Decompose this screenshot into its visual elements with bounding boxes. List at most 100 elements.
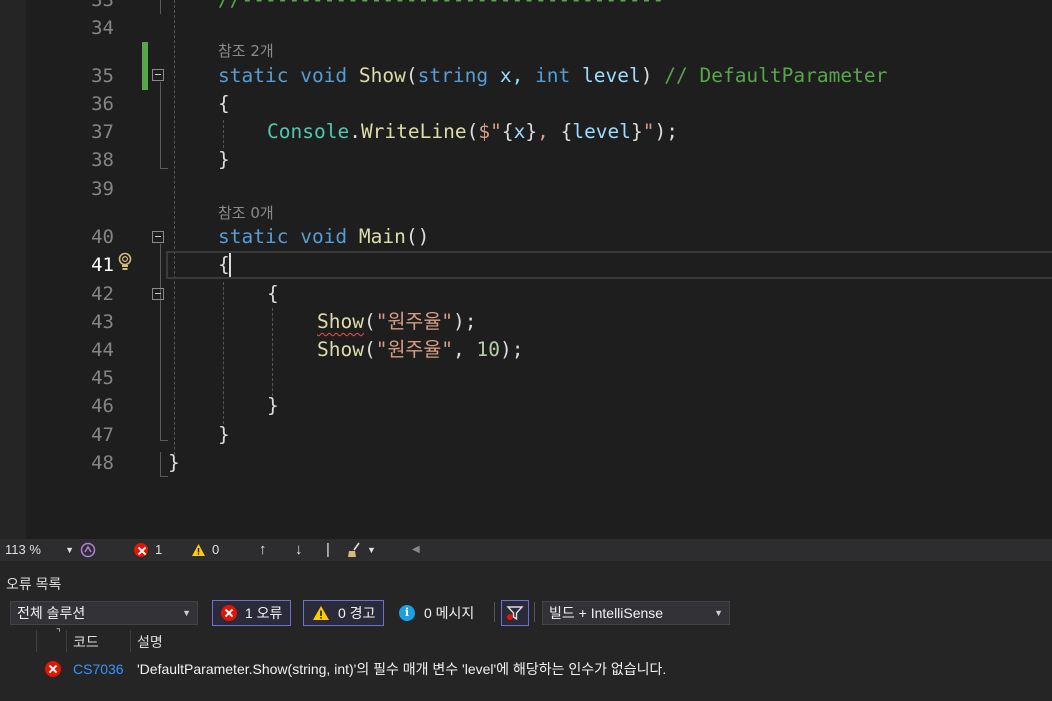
codelens-references[interactable]: 참조 2개 [218, 39, 274, 63]
line-number: 42 [91, 283, 114, 305]
code-line-48: 48 } [0, 449, 1052, 477]
warning-icon [313, 606, 329, 620]
error-count: 1 [155, 542, 163, 557]
code-line-39: 39 [0, 175, 1052, 203]
code-line-33: 33 //-----------------------------------… [0, 0, 1052, 14]
code-line-47: 47 } [0, 421, 1052, 449]
column-header-code[interactable]: 코드 [73, 632, 99, 652]
code-line-42: 42 { [0, 280, 1052, 308]
table-row[interactable]: CS7036 'DefaultParameter.Show(string, in… [0, 657, 1052, 681]
code-line-38: 38 } [0, 146, 1052, 174]
code-line-40: 40 static void Main() [0, 223, 1052, 251]
line-number: 38 [91, 149, 114, 171]
code-line-46: 46 } [0, 392, 1052, 420]
code-text: static void Main() [218, 225, 430, 248]
broom-icon [348, 542, 360, 557]
errors-filter-toggle[interactable]: 1 오류 [212, 600, 292, 626]
scroll-left-icon[interactable]: ◀ [412, 539, 420, 561]
line-number: 37 [91, 121, 114, 143]
panel-title: 오류 목록 [6, 576, 62, 592]
code-line-36: 36 { [0, 90, 1052, 118]
info-icon: i [399, 605, 415, 621]
code-text: Show("원주율"); [317, 310, 477, 333]
error-icon [45, 661, 61, 677]
line-number: 35 [91, 65, 114, 87]
line-number: 39 [91, 178, 114, 200]
messages-filter-label: 0 메시지 [424, 605, 475, 621]
code-text: } [218, 423, 230, 446]
error-code-link[interactable]: CS7036 [73, 657, 124, 681]
line-number: 48 [91, 452, 114, 474]
source-value: 빌드 + IntelliSense [549, 605, 664, 621]
filter-button[interactable] [501, 600, 529, 626]
warning-count-indicator[interactable]: 0 [191, 539, 219, 561]
error-list-panel: 오류 목록 전체 솔루션 ▼ 1 오류 0 경고 i 0 메시지 빌드 + In… [0, 561, 1052, 701]
codelens-references[interactable]: 참조 0개 [218, 201, 274, 225]
line-number: 33 [91, 0, 114, 11]
line-number: 44 [91, 339, 114, 361]
line-number: 36 [91, 93, 114, 115]
divider [534, 602, 535, 622]
sort-icon[interactable]: ⌝ [56, 628, 61, 639]
zoom-level: 113 % [5, 542, 41, 557]
code-text: Show("원주율", 10); [317, 338, 524, 361]
error-icon [221, 605, 237, 621]
code-line-43: 43 Show("원주율"); [0, 308, 1052, 336]
lightbulb-icon[interactable] [117, 252, 133, 274]
filter-icon [506, 606, 524, 621]
column-header-description[interactable]: 설명 [137, 632, 163, 652]
column-divider [36, 630, 37, 652]
code-editor[interactable]: 33 //-----------------------------------… [0, 0, 1052, 539]
code-text: } [168, 451, 180, 474]
error-table-header: ⌝ 코드 설명 [0, 628, 1052, 654]
warnings-filter-toggle[interactable]: 0 경고 [303, 600, 385, 626]
chevron-down-icon: ▼ [65, 545, 74, 555]
error-list-toolbar: 전체 솔루션 ▼ 1 오류 0 경고 i 0 메시지 빌드 + IntelliS… [0, 599, 1052, 627]
warning-count: 0 [212, 542, 220, 557]
code-text: Console.WriteLine($"{x}, {level}"); [267, 120, 679, 143]
code-line-35: 35 static void Show(string x, int level)… [0, 62, 1052, 90]
editor-status-strip: 113 % ▼ 1 0 ↑ ↓ | ▼ ◀ [0, 539, 1052, 561]
warning-icon [192, 544, 205, 556]
code-line-44: 44 Show("원주율", 10); [0, 336, 1052, 364]
code-text: } [267, 394, 279, 417]
line-number: 43 [91, 311, 114, 333]
divider: | [326, 541, 330, 558]
line-number: 34 [91, 17, 114, 39]
code-text: } [218, 148, 230, 171]
code-line-37: 37 Console.WriteLine($"{x}, {level}"); [0, 118, 1052, 146]
messages-filter-toggle[interactable]: i 0 메시지 [399, 600, 474, 626]
code-text: { [267, 282, 279, 305]
warnings-filter-label: 0 경고 [338, 605, 376, 621]
error-count-indicator[interactable]: 1 [134, 539, 162, 561]
text-caret [229, 253, 231, 277]
zoom-dropdown[interactable]: 113 % ▼ [0, 539, 78, 561]
error-icon [134, 543, 148, 557]
code-cleanup-button[interactable]: ▼ [346, 539, 376, 561]
code-text: { [218, 92, 230, 115]
line-number: 46 [91, 395, 114, 417]
line-number: 47 [91, 424, 114, 446]
source-dropdown[interactable]: 빌드 + IntelliSense ▼ [542, 601, 730, 625]
errors-filter-label: 1 오류 [245, 605, 283, 621]
scope-dropdown[interactable]: 전체 솔루션 ▼ [10, 601, 198, 625]
health-icon[interactable] [80, 539, 96, 561]
line-number: 41 [91, 254, 114, 276]
scope-value: 전체 솔루션 [17, 605, 86, 621]
arrow-down-icon[interactable]: ↓ [295, 539, 303, 561]
divider [494, 602, 495, 622]
error-squiggle: Show [317, 310, 364, 333]
code-line-41: 41 { [0, 251, 1052, 279]
arrow-up-icon[interactable]: ↑ [259, 539, 267, 561]
code-text: static void Show(string x, int level) //… [218, 64, 888, 87]
line-number: 40 [91, 226, 114, 248]
code-line-45: 45 [0, 364, 1052, 392]
chevron-down-icon: ▼ [714, 608, 723, 618]
chevron-down-icon: ▼ [182, 608, 191, 618]
code-line-34: 34 [0, 14, 1052, 42]
comment: //------------------------------------ [218, 0, 664, 14]
line-number: 45 [91, 367, 114, 389]
chevron-down-icon: ▼ [367, 545, 376, 555]
column-divider [130, 630, 131, 652]
error-description: 'DefaultParameter.Show(string, int)'의 필수… [137, 661, 667, 677]
